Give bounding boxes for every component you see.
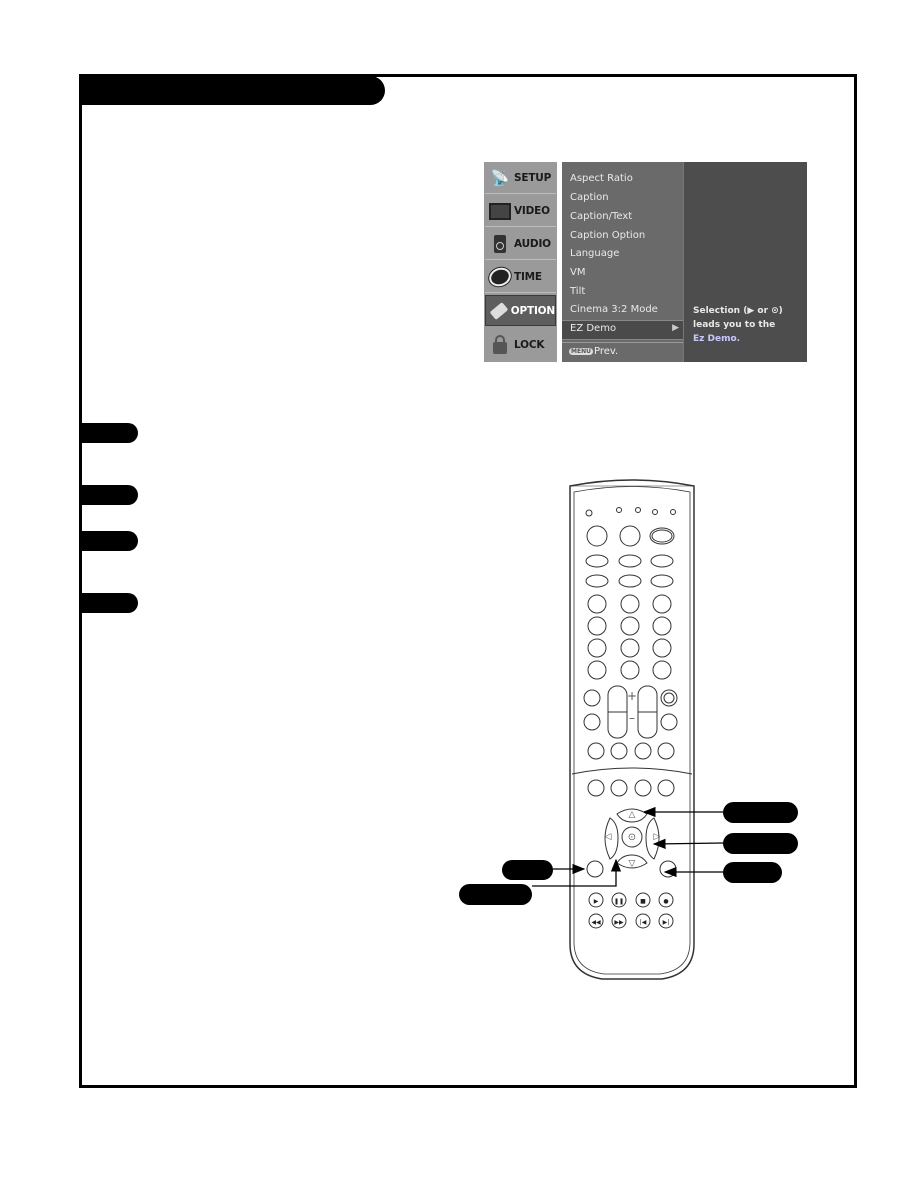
leader-right xyxy=(652,838,724,850)
callout-leader-lines xyxy=(532,806,724,887)
leader-down xyxy=(532,858,622,887)
